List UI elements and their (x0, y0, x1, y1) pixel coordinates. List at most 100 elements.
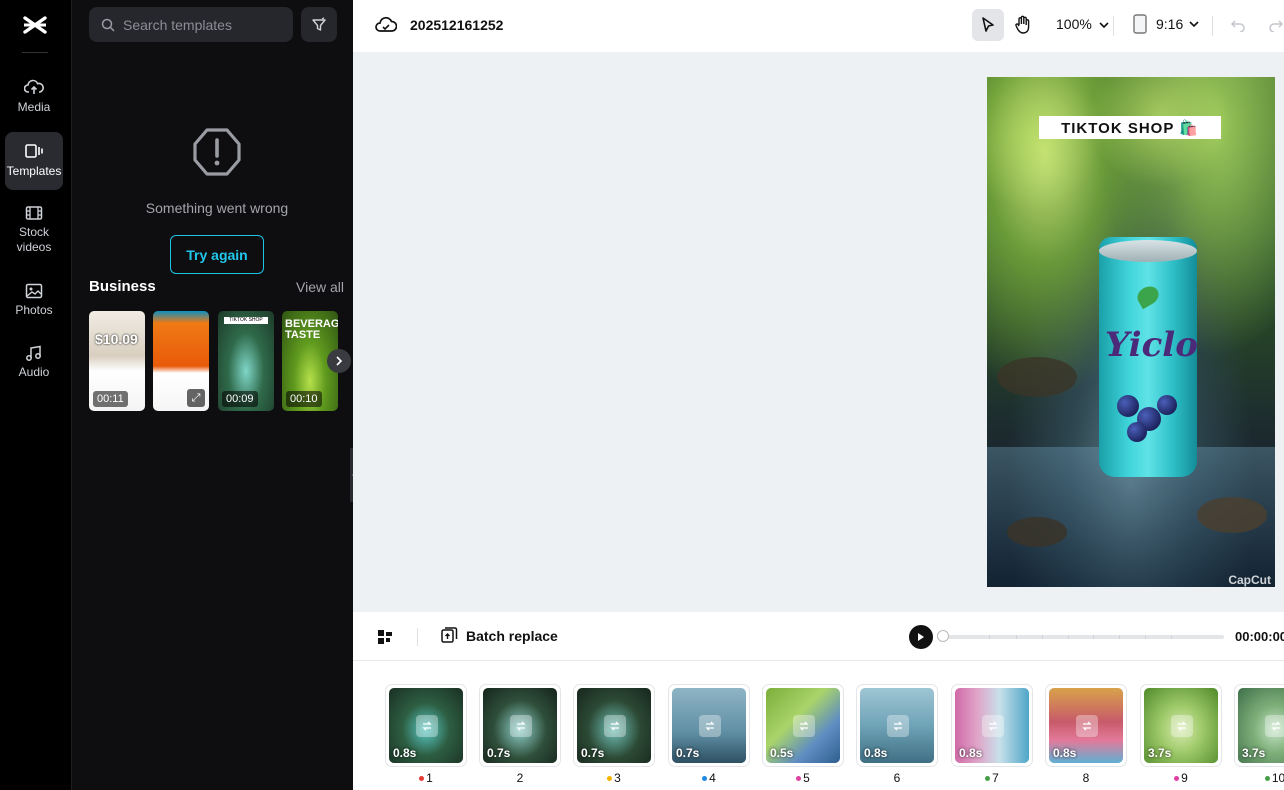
phone-ratio-icon (1133, 14, 1147, 34)
scrubber-tick (1042, 635, 1043, 639)
warning-icon (193, 128, 241, 176)
template-duration: 00:09 (222, 391, 258, 407)
ratio-value: 9:16 (1156, 16, 1184, 32)
filter-icon (312, 16, 326, 31)
replace-icon[interactable] (510, 715, 532, 737)
replace-icon[interactable] (604, 715, 626, 737)
canvas-area: Yiclo TIKTOK SHOP 🛍️ CapCut (353, 52, 1284, 612)
scrubber-track[interactable] (937, 635, 1224, 639)
toolbar-divider (417, 628, 418, 646)
rail-item-media[interactable]: Media (5, 78, 63, 122)
scrubber-handle[interactable] (937, 630, 949, 642)
replace-icon[interactable] (887, 715, 909, 737)
view-all-link[interactable]: View all (296, 279, 344, 295)
can-lid (1099, 240, 1197, 262)
timeline-clip[interactable]: 0.8s (1045, 684, 1127, 767)
search-icon (101, 18, 115, 32)
blueberry-shape (1117, 395, 1139, 417)
chevron-down-icon (1189, 21, 1199, 28)
chevron-right-icon (336, 356, 343, 366)
replace-icon[interactable] (982, 715, 1004, 737)
video-preview[interactable]: Yiclo TIKTOK SHOP 🛍️ CapCut (987, 77, 1275, 587)
replace-icon[interactable] (699, 715, 721, 737)
aspect-ratio-dropdown[interactable]: 9:16 (1133, 14, 1199, 34)
image-icon (25, 283, 43, 299)
clip-duration: 0.5s (770, 746, 794, 760)
rock-shape (1007, 517, 1067, 547)
timeline-clip[interactable]: 0.5s (762, 684, 844, 767)
clip-number: 8 (1045, 771, 1127, 785)
zoom-dropdown[interactable]: 100% (1056, 16, 1109, 32)
scrubber-tick (1145, 635, 1146, 639)
rail-item-stock-videos[interactable]: Stock videos (5, 205, 63, 259)
cloud-sync-icon[interactable] (375, 15, 397, 35)
rock-shape (1197, 497, 1267, 533)
clip-number-text: 5 (803, 771, 810, 785)
clip-duration: 0.8s (864, 746, 888, 760)
undo-icon (1230, 20, 1245, 32)
timeline-clip[interactable]: 3.7s (1140, 684, 1222, 767)
rail-item-audio[interactable]: Audio (5, 345, 63, 385)
undo-button[interactable] (1222, 9, 1254, 41)
blueberry-shape (1157, 395, 1177, 415)
pointer-icon (982, 17, 994, 32)
template-overlay-text: $10.09 (95, 331, 138, 347)
rail-label: Templates (6, 164, 62, 178)
replace-icon[interactable] (1171, 715, 1193, 737)
replace-icon[interactable] (1265, 715, 1284, 737)
play-icon (918, 633, 924, 641)
capcut-logo[interactable] (18, 10, 52, 40)
clip-color-dot (1264, 776, 1270, 782)
rail-label: Stock videos (16, 225, 52, 254)
templates-icon (25, 144, 43, 158)
redo-button[interactable] (1260, 9, 1284, 41)
carousel-next-button[interactable] (327, 349, 351, 373)
clip-number-text: 7 (992, 771, 999, 785)
timeline-clip[interactable]: 0.7s (668, 684, 750, 767)
clip-number: 7 (951, 771, 1033, 785)
replace-icon[interactable] (416, 715, 438, 737)
zoom-value: 100% (1056, 16, 1092, 32)
filter-button[interactable] (301, 7, 337, 42)
hand-tool-button[interactable] (1007, 9, 1039, 41)
clip-color-dot (702, 776, 708, 782)
clip-duration: 0.7s (487, 746, 511, 760)
rail-divider (22, 52, 48, 53)
clip-duration: 0.7s (581, 746, 605, 760)
project-name[interactable]: 202512161252 (410, 17, 503, 33)
scrubber-tick (1016, 635, 1017, 639)
tiktok-shop-banner: TIKTOK SHOP 🛍️ (1039, 116, 1221, 139)
expand-icon[interactable]: ⤢ (187, 389, 205, 407)
layout-icon[interactable] (376, 628, 394, 646)
nav-rail: Media Templates Stock videos Photos Audi… (0, 0, 72, 790)
clip-number: 5 (762, 771, 844, 785)
clip-thumbnail: 0.5s (766, 688, 840, 763)
timeline-clip[interactable]: 0.8s (856, 684, 938, 767)
replace-icon[interactable] (793, 715, 815, 737)
timeline-clip[interactable]: 0.7s (479, 684, 561, 767)
select-tool-button[interactable] (972, 9, 1004, 41)
play-button[interactable] (909, 625, 933, 649)
template-card[interactable]: $10.09 00:11 (89, 311, 145, 411)
scene-timeline: 0.8s 1 0.7s 2 0.7s 3 0.7s 4 0.5s 5 0.8s (353, 661, 1284, 790)
batch-replace-button[interactable]: Batch replace (440, 627, 558, 645)
template-card[interactable]: ⤢ (153, 311, 209, 411)
timeline-clip[interactable]: 3.7s (1234, 684, 1284, 767)
top-bar: 202512161252 100% 9:16 (353, 0, 1284, 52)
clip-number: 2 (479, 771, 561, 785)
timeline-clip[interactable]: 0.7s (573, 684, 655, 767)
rail-item-photos[interactable]: Photos (5, 283, 63, 323)
search-box[interactable] (89, 7, 293, 42)
chevron-down-icon (1099, 22, 1109, 29)
timeline-clip[interactable]: 0.8s (951, 684, 1033, 767)
clip-color-dot (1174, 776, 1180, 782)
template-card[interactable]: TIKTOK SHOP 00:09 (218, 311, 274, 411)
template-duration: 00:11 (93, 391, 128, 407)
clip-thumbnail: 0.8s (1049, 688, 1123, 763)
timeline-clip[interactable]: 0.8s (385, 684, 467, 767)
try-again-button[interactable]: Try again (170, 235, 264, 274)
replace-icon[interactable] (1076, 715, 1098, 737)
rail-item-templates[interactable]: Templates (5, 132, 63, 190)
scrubber-tick (989, 635, 990, 639)
search-input[interactable] (123, 16, 283, 33)
